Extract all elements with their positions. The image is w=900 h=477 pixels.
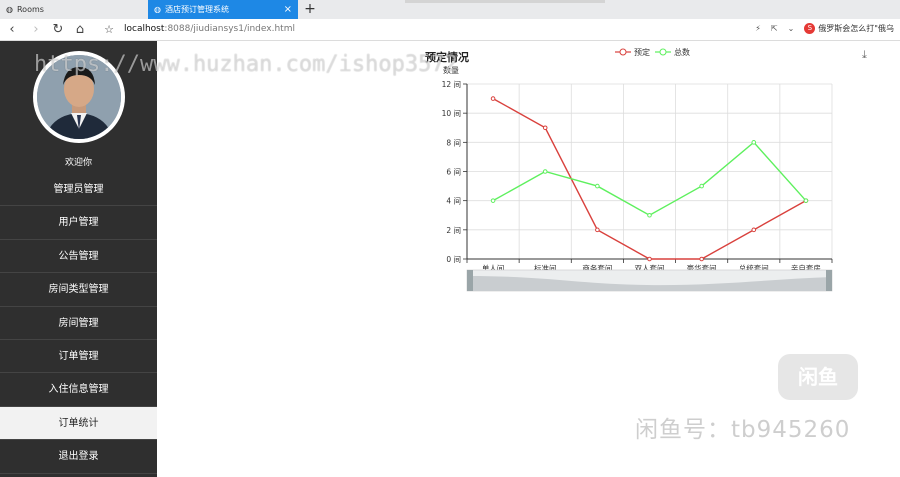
sidebar-menu: 管理员管理 用户管理 公告管理 房间类型管理 房间管理 订单管理 入住信息管理 … [0,173,157,474]
download-icon[interactable]: ⤓ [862,48,867,62]
data-point-1-6 [803,198,809,203]
search-suggestion[interactable]: S 俄罗斯会怎么打"俄乌 [804,23,894,34]
sidebar-item-notices[interactable]: 公告管理 [0,240,157,274]
sidebar-item-checkin[interactable]: 入住信息管理 [0,373,157,407]
data-point-0-4 [699,256,704,262]
share-icon[interactable]: ⇱ [771,24,778,33]
y-tick-label-4: 8 间 [446,138,461,147]
forward-icon[interactable]: › [28,22,44,38]
sidebar-item-logout[interactable]: 退出登录 [0,440,157,474]
data-point-0-3 [647,256,652,262]
data-point-1-5 [751,140,757,145]
legend-label-0: 预定 [634,47,650,57]
address-bar: ‹ › ↻ ⌂ ☆ localhost:8088/jiudiansys1/ind… [0,19,900,41]
data-point-0-1 [542,125,548,131]
y-axis-label: 数量 [443,65,459,75]
sidebar-item-orders[interactable]: 订单管理 [0,340,157,374]
data-point-1-3 [647,212,652,218]
close-icon[interactable]: × [284,4,292,15]
bookmark-star-icon[interactable]: ☆ [101,22,117,38]
data-point-1-2 [595,183,600,189]
data-point-1-0 [490,198,496,203]
sidebar-item-users[interactable]: 用户管理 [0,206,157,240]
url-host: localhost [124,24,165,34]
y-tick-label-0: 0 间 [446,255,461,264]
booking-line-chart: 预定情况数量预定 总数0 间2 间4 间6 间8 间10 间12 间单人间 标准间商… [425,47,833,292]
data-point-0-2 [595,227,600,233]
data-point-0-5 [751,227,757,233]
tab-title: Rooms [16,5,44,14]
back-icon[interactable]: ‹ [4,22,20,38]
legend-marker-1 [659,48,667,56]
series-line-1 [492,141,807,217]
chevron-down-icon[interactable]: ⌄ [788,24,795,33]
data-point-1-1 [542,169,548,174]
sidebar-item-order-stats[interactable]: 订单统计 [0,406,157,441]
legend-marker-0 [619,48,627,56]
data-point-1-4 [699,183,704,189]
url-field[interactable]: localhost:8088/jiudiansys1/index.html [124,24,295,34]
legend-label-1: 总数 [674,47,690,57]
sidebar: 欢迎你 管理员管理 用户管理 公告管理 房间类型管理 房间管理 订单管理 入住信… [0,41,157,477]
browser-tab-bar: ◍ Rooms ◍ 酒店预订管理系统 × + [0,0,900,19]
avatar-photo [37,55,121,139]
lightning-icon[interactable]: ⚡ [755,24,761,33]
search-engine-icon: S [804,23,816,34]
y-tick-label-5: 10 间 [442,109,461,118]
reload-icon[interactable]: ↻ [50,22,66,38]
overlay-strip [405,0,605,3]
y-tick-label-6: 12 间 [442,80,461,89]
user-photo-icon [37,55,121,139]
data-point-0-0 [490,96,496,101]
browser-tools: ⚡ ⇱ ⌄ S 俄罗斯会怎么打"俄乌 [755,23,894,34]
tab-hotel-system[interactable]: ◍ 酒店预订管理系统 × [148,0,298,19]
search-suggestion-text: 俄罗斯会怎么打"俄乌 [818,24,894,33]
y-tick-label-3: 6 间 [446,168,461,177]
chart-title: 预定情况 [425,50,469,64]
url-path: :8088/jiudiansys1/index.html [164,24,295,34]
welcome-text: 欢迎你 [64,158,92,168]
series-line-0 [492,97,807,260]
tab-title: 酒店预订管理系统 [164,5,229,14]
avatar [33,51,125,143]
sidebar-item-rooms[interactable]: 房间管理 [0,307,157,340]
sidebar-item-room-types[interactable]: 房间类型管理 [0,273,157,307]
datazoom-handle-right [826,270,832,291]
datazoom-handle-left [467,270,473,291]
y-tick-label-2: 4 间 [446,197,461,206]
xianyu-logo: 闲鱼 [778,354,858,400]
y-tick-label-1: 2 间 [446,226,461,235]
xianyu-id-watermark: 闲鱼号：tb945260 [635,417,851,443]
globe-icon: ◍ [6,5,13,14]
tab-rooms[interactable]: ◍ Rooms [0,0,148,19]
sidebar-item-admin[interactable]: 管理员管理 [0,173,157,207]
new-tab-button[interactable]: + [302,1,318,17]
globe-icon: ◍ [154,5,161,14]
home-icon[interactable]: ⌂ [72,22,88,38]
